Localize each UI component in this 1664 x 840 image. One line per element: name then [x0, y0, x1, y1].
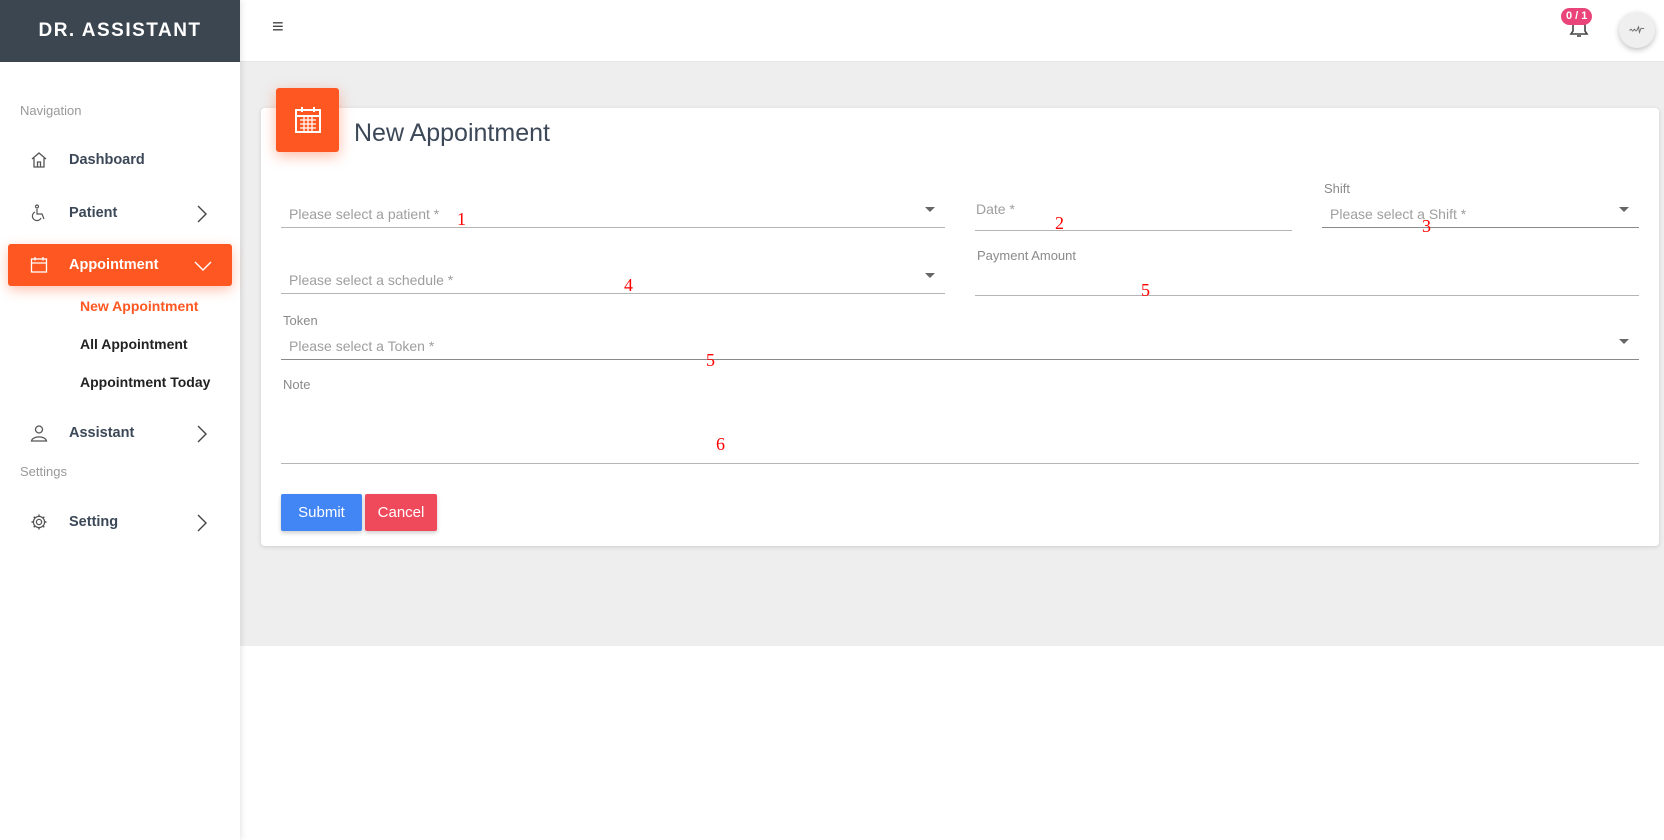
sidebar-subitem-all-appointment[interactable]: All Appointment: [80, 336, 188, 352]
annotation-marker: 6: [716, 434, 725, 454]
note-label: Note: [283, 377, 311, 392]
schedule-select-placeholder: Please select a schedule *: [289, 272, 454, 288]
sidebar-item-appointment[interactable]: Appointment: [8, 244, 232, 286]
sidebar: DR. ASSISTANT Navigation Dashboard Patie…: [0, 0, 240, 840]
chevron-right-icon: [197, 425, 207, 443]
card-header-icon: [276, 88, 339, 152]
sidebar-item-label: Setting: [69, 514, 119, 530]
patient-select-placeholder: Please select a patient *: [289, 206, 440, 222]
date-field[interactable]: Date *: [975, 196, 1292, 231]
gear-icon: [31, 514, 47, 530]
page-title: New Appointment: [354, 119, 550, 147]
annotation-marker: 5: [706, 350, 715, 370]
field-underline: [281, 463, 1639, 464]
patient-select[interactable]: Please select a patient *: [281, 196, 945, 228]
dropdown-caret-icon: [925, 207, 935, 212]
top-bar: ≡ 0 / 1: [240, 0, 1664, 62]
avatar[interactable]: [1619, 12, 1655, 48]
field-underline: [975, 230, 1292, 231]
schedule-select[interactable]: Please select a schedule *: [281, 262, 945, 294]
token-select[interactable]: Please select a Token *: [281, 328, 1639, 360]
field-underline: [281, 227, 945, 228]
sidebar-item-label: Assistant: [69, 425, 135, 441]
shift-select-placeholder: Please select a Shift *: [1330, 206, 1467, 222]
sidebar-subitem-new-appointment[interactable]: New Appointment: [80, 298, 198, 314]
sidebar-item-label: Appointment: [69, 257, 159, 273]
annotation-marker: 4: [624, 275, 633, 295]
field-underline: [1322, 226, 1639, 228]
hamburger-menu-icon[interactable]: ≡: [272, 16, 284, 39]
date-field-placeholder: Date *: [976, 201, 1015, 217]
brand-logo: DR. ASSISTANT: [0, 0, 240, 62]
calendar-icon: [30, 257, 48, 273]
sidebar-item-patient[interactable]: Patient: [8, 192, 232, 234]
shift-select[interactable]: Please select a Shift *: [1322, 196, 1639, 228]
dropdown-caret-icon: [1619, 339, 1629, 344]
section-label-settings: Settings: [20, 464, 67, 479]
annotation-marker: 3: [1422, 216, 1431, 236]
annotation-marker: 5: [1141, 280, 1150, 300]
sidebar-item-setting[interactable]: Setting: [8, 501, 232, 543]
user-icon: [30, 425, 48, 442]
sidebar-item-dashboard[interactable]: Dashboard: [8, 139, 232, 181]
appointment-form-card: [261, 108, 1659, 546]
section-label-navigation: Navigation: [20, 103, 82, 118]
token-label: Token: [283, 313, 318, 328]
field-underline: [281, 293, 945, 294]
sidebar-item-label: Dashboard: [69, 152, 145, 168]
annotation-marker: 1: [457, 209, 466, 229]
field-underline: [281, 358, 1639, 360]
dropdown-caret-icon: [925, 273, 935, 278]
payment-amount-label: Payment Amount: [977, 248, 1076, 263]
annotation-marker: 2: [1055, 213, 1064, 233]
dropdown-caret-icon: [1619, 207, 1629, 212]
cancel-button[interactable]: Cancel: [365, 494, 437, 531]
signature-icon: [1629, 25, 1645, 35]
chevron-right-icon: [197, 205, 207, 223]
chevron-down-icon: [194, 261, 212, 271]
chevron-right-icon: [197, 514, 207, 532]
home-icon: [31, 152, 47, 168]
token-select-placeholder: Please select a Token *: [289, 338, 435, 354]
sidebar-item-label: Patient: [69, 205, 118, 221]
calendar-icon: [294, 107, 321, 133]
sidebar-item-assistant[interactable]: Assistant: [8, 412, 232, 454]
shift-label: Shift: [1324, 181, 1351, 196]
note-textarea[interactable]: [281, 394, 1639, 464]
sidebar-subitem-appointment-today[interactable]: Appointment Today: [80, 374, 210, 390]
payment-amount-input[interactable]: [975, 265, 1639, 296]
submit-button[interactable]: Submit: [281, 494, 362, 531]
wheelchair-icon: [31, 204, 45, 222]
notification-badge: 0 / 1: [1561, 8, 1593, 25]
field-underline: [975, 295, 1639, 296]
